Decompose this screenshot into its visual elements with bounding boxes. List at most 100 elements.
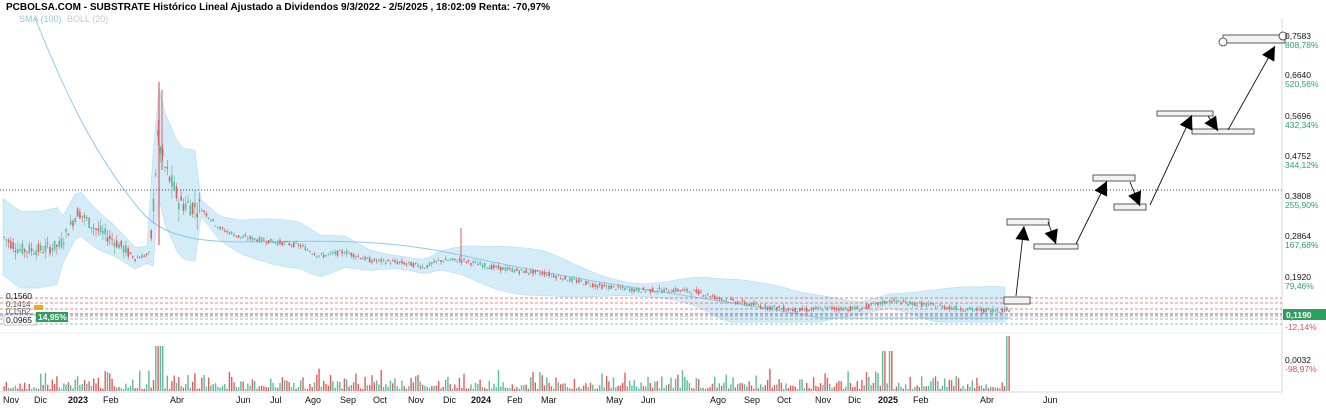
volume-bar [288, 382, 290, 391]
volume-bar [861, 380, 863, 391]
volume-bar [973, 387, 976, 391]
volume-bar [964, 388, 967, 391]
candle [909, 300, 911, 305]
volume-bar [277, 387, 279, 391]
volume-bar [111, 379, 113, 391]
volume-bar [141, 388, 143, 391]
volume-bar [939, 388, 941, 391]
volume-bar [967, 384, 969, 391]
volume-bar [617, 385, 619, 391]
volume-bar [373, 382, 375, 391]
volume-bar [555, 377, 557, 391]
volume-bar [994, 387, 996, 391]
volume-bar [295, 388, 297, 391]
volume-bar [711, 383, 714, 391]
volume-bar [260, 385, 263, 391]
volume-bar [661, 376, 663, 391]
volume-bar [237, 387, 240, 391]
volume-bar [702, 387, 704, 391]
volume-bar [562, 383, 564, 391]
volume-bar [359, 388, 362, 391]
volume-bar [858, 388, 861, 391]
volume-bar [714, 376, 716, 391]
volume-bar [454, 384, 456, 391]
volume-bar [17, 388, 19, 391]
volume-bar [191, 381, 194, 391]
volume-bar [525, 384, 527, 391]
volume-bar [244, 388, 247, 391]
volume-bar [541, 375, 543, 391]
volume-bar [398, 388, 401, 391]
projection-box-3 [1092, 174, 1136, 182]
volume-bar [7, 387, 10, 391]
volume-bar [893, 388, 895, 391]
projection-handle-left [1218, 37, 1228, 47]
volume-bar [65, 384, 67, 391]
volume-bar [369, 385, 371, 391]
volume-bar [534, 382, 536, 391]
volume-bar [336, 381, 339, 391]
volume-bar [582, 385, 585, 391]
volume-bar [504, 387, 507, 391]
volume-bar [470, 384, 472, 391]
volume-bar [198, 388, 201, 391]
volume-bar [594, 388, 596, 391]
volume-bar [709, 387, 711, 391]
volume-bar [716, 387, 718, 391]
projection-box-7 [1222, 34, 1286, 44]
volume-bar [51, 379, 53, 391]
volume-bar [297, 386, 300, 391]
volume-bar [88, 381, 90, 391]
volume-bar [962, 385, 964, 391]
volume-bar [281, 377, 283, 391]
volume-bar [63, 383, 65, 391]
volume-bar [49, 388, 51, 391]
volume-bar [796, 388, 799, 391]
volume-bar [647, 376, 649, 391]
price-chart[interactable]: 0,7583808,78%0,6640520,56%0,5696432,34%0… [0, 0, 1326, 411]
volume-bar [24, 382, 26, 391]
volume-bar [168, 388, 171, 391]
volume-bar [976, 377, 978, 391]
volume-bar [194, 373, 196, 391]
volume-bar [479, 379, 481, 391]
volume-bar [81, 384, 83, 391]
volume-bar [405, 388, 408, 391]
x-tick-9: Oct [373, 395, 388, 405]
volume-bar [396, 386, 398, 391]
volume-bar [125, 383, 127, 391]
volume-bar [693, 388, 695, 391]
volume-bar [30, 388, 33, 391]
volume-bar [799, 379, 801, 391]
volume-bar [863, 385, 865, 391]
x-tick-20: Nov [815, 395, 832, 405]
volume-bar [730, 384, 732, 391]
volume-bar [412, 382, 415, 391]
volume-bar [19, 383, 21, 391]
volume-bar [792, 385, 794, 391]
volume-bar [327, 385, 329, 391]
volume-bar [210, 385, 212, 391]
volume-axis-pct: -98,97% [1285, 364, 1317, 374]
volume-bar [559, 384, 562, 391]
x-tick-23: Feb [913, 395, 929, 405]
projection-drawing[interactable] [1003, 31, 1288, 305]
volume-bar [1001, 382, 1003, 391]
volume-bars [3, 336, 1010, 391]
volume-bar [332, 381, 334, 391]
volume-bar [233, 382, 235, 391]
projection-box-1 [1006, 218, 1050, 226]
volume-bar [852, 387, 854, 391]
volume-bar [780, 382, 783, 391]
volume-bar [576, 388, 578, 391]
volume-bar [674, 378, 677, 391]
volume-bar [723, 382, 725, 391]
volume-bar [826, 377, 829, 391]
volume-bar [442, 386, 444, 391]
volume-bar [270, 378, 272, 391]
volume-bar [916, 385, 918, 391]
volume-bar [74, 379, 76, 391]
volume-bar [631, 385, 633, 391]
volume-bar [228, 371, 231, 391]
volume-bar [898, 382, 900, 391]
